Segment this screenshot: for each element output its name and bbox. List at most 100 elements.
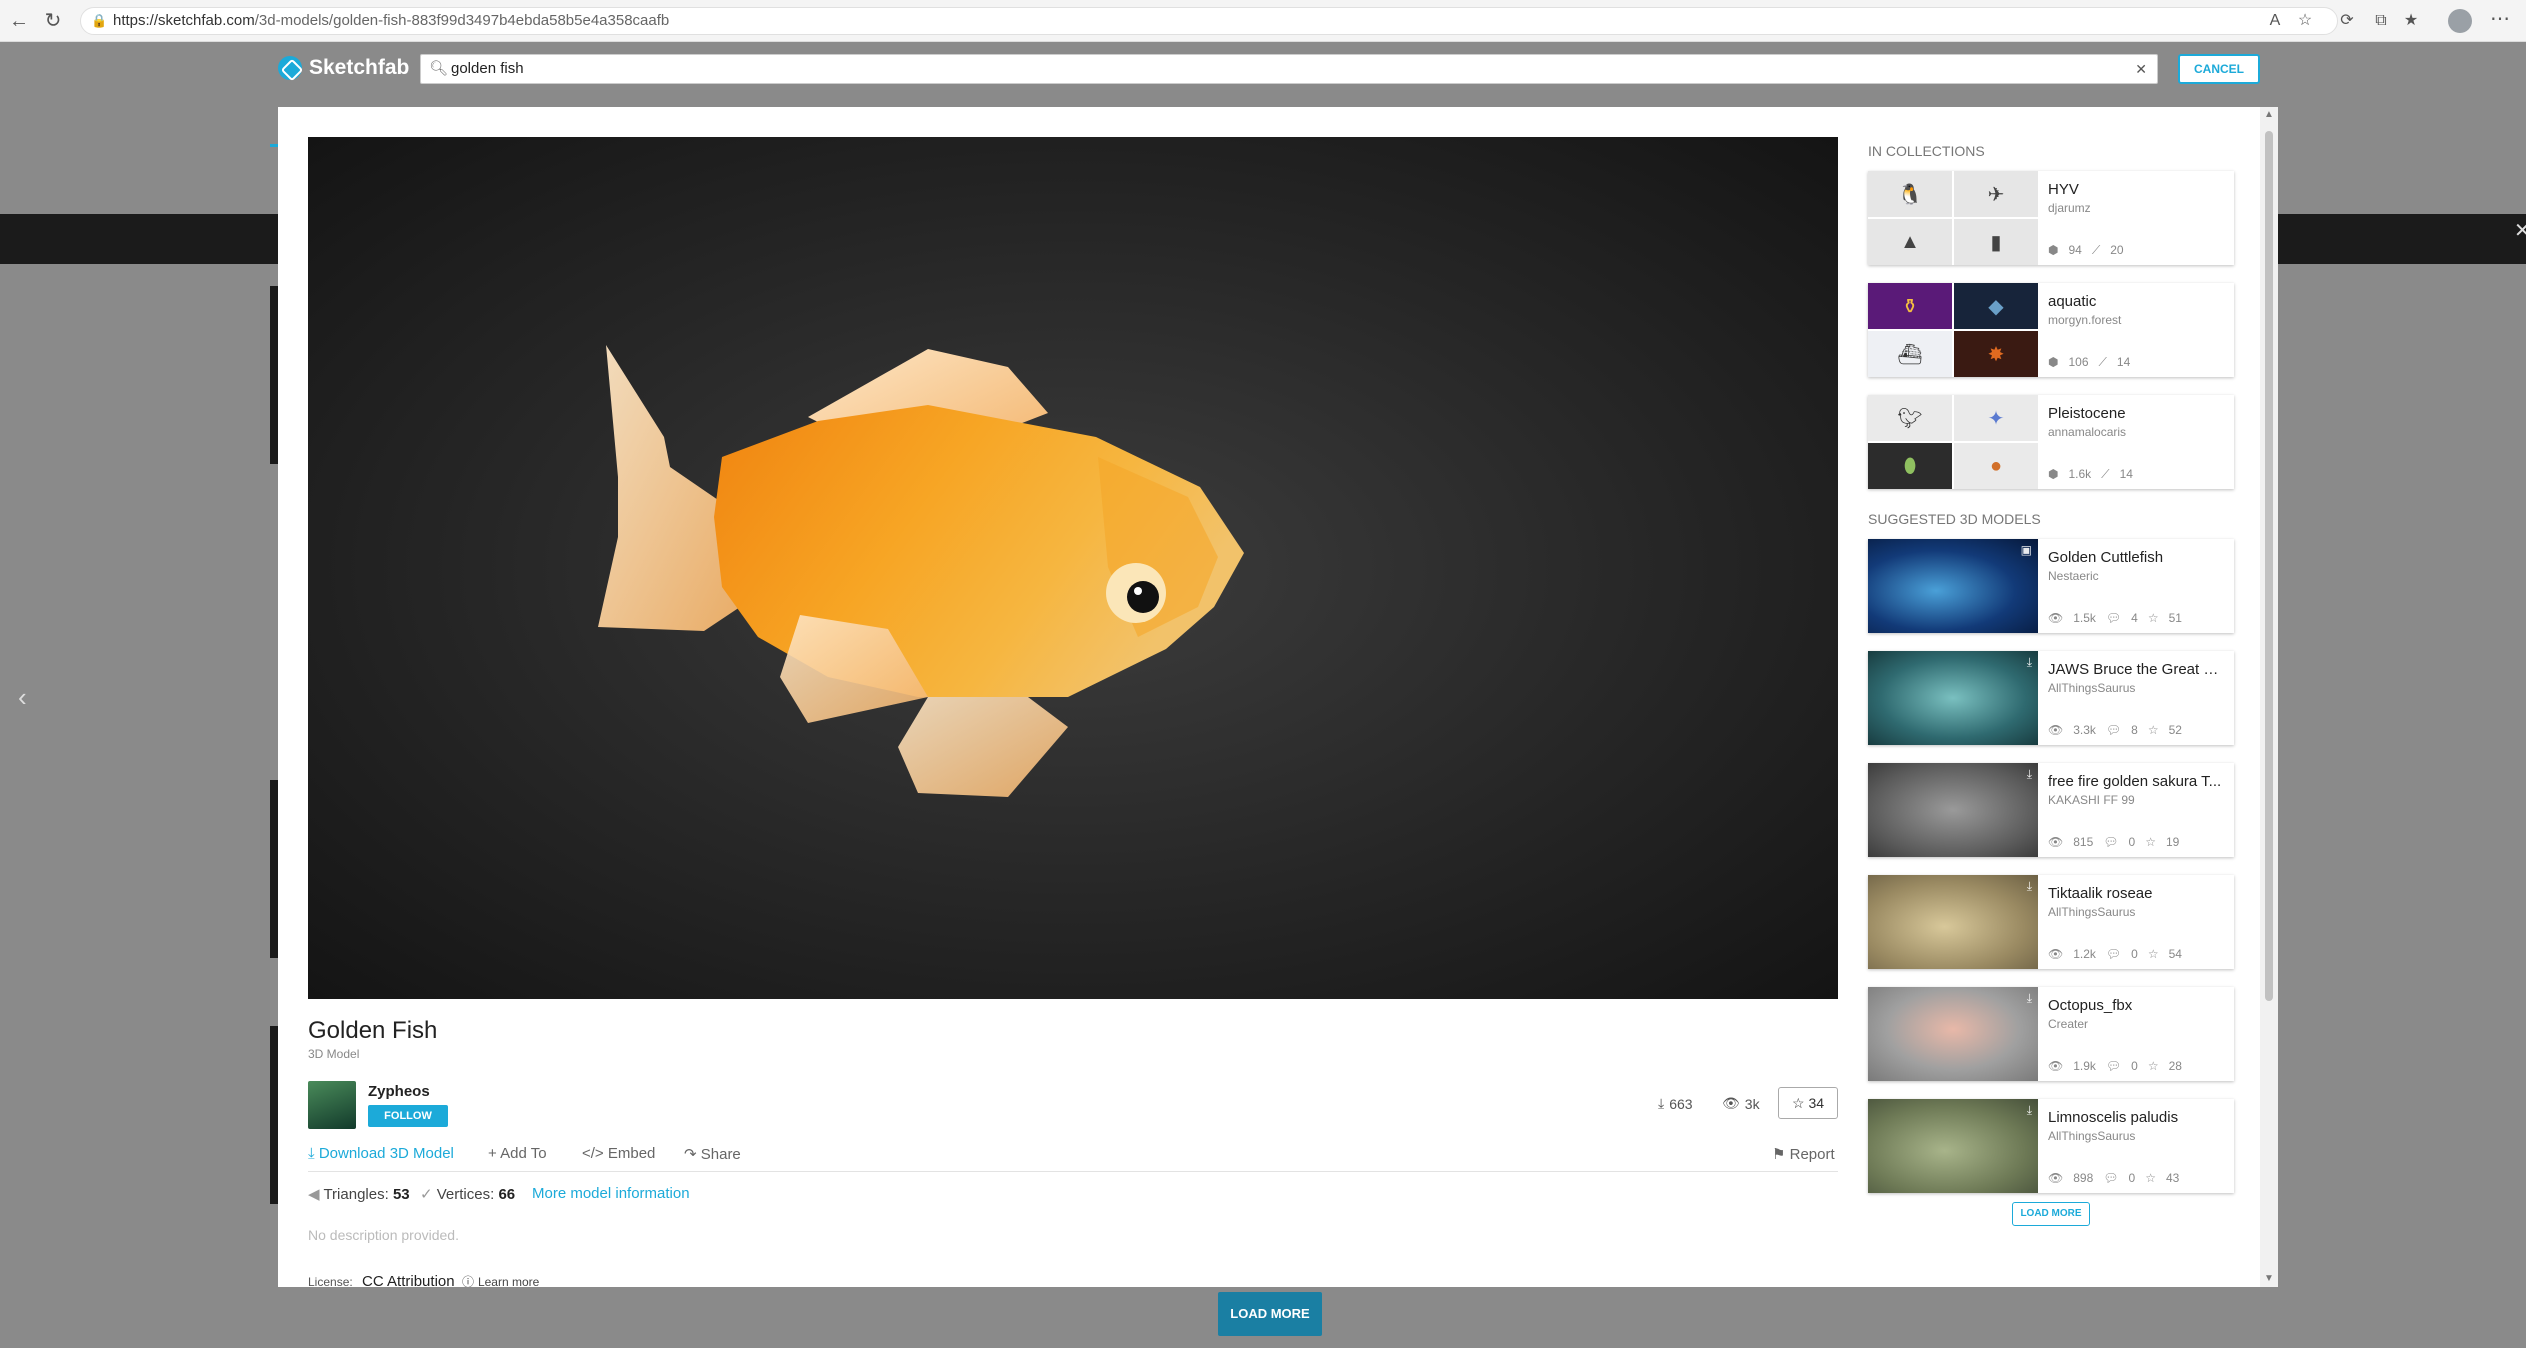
models-count: 94	[2068, 243, 2082, 257]
learn-more-link[interactable]: Learn more	[478, 1275, 539, 1287]
download-icon: ⤓	[308, 1145, 315, 1162]
extensions-icon[interactable]: ⟳	[2336, 10, 2358, 32]
follow-button[interactable]: FOLLOW	[368, 1105, 448, 1127]
likes-count: 28	[2168, 1059, 2182, 1073]
download-icon: ⤓	[2026, 1103, 2032, 1117]
3d-viewer[interactable]	[308, 137, 1838, 999]
plane-thumbnail: ✈	[1954, 171, 2038, 217]
suggested-card-tiktaalik[interactable]: ⤓ Tiktaalik roseae AllThingsSaurus 👁︎ 1.2…	[1868, 875, 2234, 969]
suggested-card-limnoscelis[interactable]: ⤓ Limnoscelis paludis AllThingsSaurus 👁︎…	[1868, 1099, 2234, 1193]
embed-button[interactable]: </> Embed	[582, 1145, 655, 1162]
sketchfab-logo-icon	[278, 56, 302, 80]
followers-count: 14	[2116, 355, 2131, 369]
collection-thumbnails: ⚱ ◆ ⛴ ✸	[1868, 283, 2038, 377]
model-thumbnail: ⤓	[1868, 1099, 2038, 1193]
favorite-icon[interactable]: ☆	[2294, 10, 2316, 32]
vertex-icon: ✓	[420, 1186, 433, 1203]
close-banner-icon[interactable]: ✕	[2514, 218, 2526, 243]
suggested-card-golden-cuttlefish[interactable]: ▣ Golden Cuttlefish Nestaeric 👁︎ 1.5k 💬︎ 4…	[1868, 539, 2234, 633]
help-icon: ⓘ	[461, 1275, 474, 1287]
scroll-up-icon[interactable]: ▲	[2264, 109, 2274, 120]
collection-card-hyv[interactable]: 🐧 ✈ ▲ ▮ HYV djarumz ⬢ 94 ⟋ 20	[1868, 171, 2234, 265]
favorites-bar-icon[interactable]: ★	[2400, 10, 2422, 32]
model-popup: Golden Fish 3D Model Zypheos FOLLOW ⤓ 66…	[278, 107, 2278, 1287]
model-card-title: free fire golden sakura T...	[2048, 773, 2222, 790]
search-input[interactable]: 🔍︎ golden fish ✕	[420, 54, 2158, 84]
address-bar[interactable]: 🔒 https://sketchfab.com/3d-models/golden…	[80, 7, 2338, 35]
back-icon[interactable]: ←	[6, 8, 32, 34]
search-header: Sketchfab 🔍︎ golden fish ✕ CANCEL	[270, 46, 2260, 92]
collection-card-pleistocene[interactable]: 🐦︎ ✦ ⬮ ● Pleistocene annamalocaris ⬢ 1.6k…	[1868, 395, 2234, 489]
like-button[interactable]: ☆ 34	[1778, 1087, 1838, 1119]
view-count: 👁︎ 3k	[1722, 1095, 1760, 1112]
clear-search-icon[interactable]: ✕	[2135, 55, 2147, 83]
lock-icon: 🔒	[91, 13, 108, 28]
views-count: 3.3k	[2073, 723, 2096, 737]
likes-count: 43	[2165, 1171, 2180, 1185]
collection-stats: ⬢ 1.6k ⟋ 14	[2048, 467, 2133, 482]
collection-user: djarumz	[2048, 201, 2091, 215]
suggested-card-jaws[interactable]: ⤓ JAWS Bruce the Great W... AllThingsSau…	[1868, 651, 2234, 745]
model-thumbnail: ⤓	[1868, 651, 2038, 745]
comments-count: 8	[2131, 723, 2138, 737]
rss-icon: ⟋	[2091, 243, 2101, 257]
collection-card-aquatic[interactable]: ⚱ ◆ ⛴ ✸ aquatic morgyn.forest ⬢ 106 ⟋ 14	[1868, 283, 2234, 377]
model-card-stats: 👁︎ 3.3k 💬︎ 8 ☆ 52	[2048, 723, 2182, 737]
cancel-button[interactable]: CANCEL	[2178, 54, 2260, 84]
comment-icon: 💬︎	[2103, 1171, 2119, 1185]
collection-user: annamalocaris	[2048, 425, 2127, 439]
model-card-stats: 👁︎ 1.2k 💬︎ 0 ☆ 54	[2048, 947, 2182, 961]
report-button[interactable]: ⚑ Report	[1772, 1145, 1835, 1163]
download-icon: ⤓	[2026, 991, 2032, 1005]
page-load-more-button[interactable]: LOAD MORE	[1218, 1292, 1322, 1336]
model-card-stats: 👁︎ 815 💬︎ 0 ☆ 19	[2048, 835, 2179, 849]
refresh-icon[interactable]: ↻	[40, 8, 66, 34]
star-icon: ☆	[2145, 835, 2156, 849]
model-thumbnail: ▣	[1868, 539, 2038, 633]
share-button[interactable]: ↷ Share	[684, 1145, 741, 1163]
more-model-info-link[interactable]: More model information	[532, 1185, 690, 1202]
comments-count: 4	[2131, 611, 2138, 625]
star-icon: ☆	[2147, 947, 2159, 961]
model-thumbnail: ⤓	[1868, 875, 2038, 969]
sidebar-load-more-button[interactable]: LOAD MORE	[2012, 1202, 2090, 1226]
likes-count: 52	[2168, 723, 2182, 737]
sketchfab-logo[interactable]: Sketchfab	[278, 56, 409, 80]
model-thumbnail: ⤓	[1868, 763, 2038, 857]
profile-icon[interactable]	[2448, 9, 2472, 33]
eye-icon: 👁︎	[2048, 723, 2064, 737]
penguin-thumbnail: 🐧	[1868, 171, 1952, 217]
add-to-button[interactable]: + Add To	[488, 1145, 547, 1162]
chevron-left-icon[interactable]: ‹	[18, 682, 27, 713]
comment-icon: 💬︎	[2103, 835, 2119, 849]
scroll-down-icon[interactable]: ▼	[2264, 1273, 2274, 1284]
license-info: License: CC Attribution ⓘ Learn more	[308, 1273, 539, 1287]
comments-count: 0	[2131, 947, 2138, 961]
modal-scrollbar[interactable]: ▲ ▼	[2260, 107, 2278, 1287]
collection-thumbnails: 🐦︎ ✦ ⬮ ●	[1868, 395, 2038, 489]
download-3d-model-link[interactable]: ⤓ Download 3D Model	[308, 1145, 454, 1162]
models-count: 106	[2068, 355, 2089, 369]
model-thumbnail: ▮	[1954, 219, 2038, 265]
more-icon[interactable]: ⋯	[2490, 6, 2510, 31]
followers-count: 20	[2110, 243, 2124, 257]
scrollbar-thumb[interactable]	[2265, 131, 2273, 1001]
suggested-card-octopus[interactable]: ⤓ Octopus_fbx Creater 👁︎ 1.9k 💬︎ 0 ☆ 28	[1868, 987, 2234, 1081]
eye-icon: 👁︎	[2048, 835, 2064, 849]
download-count-value: 663	[1669, 1095, 1693, 1112]
triangles-value: 53	[392, 1186, 410, 1203]
suggested-card-free-fire[interactable]: ⤓ free fire golden sakura T... KAKASHI F…	[1868, 763, 2234, 857]
star-icon: ☆	[1791, 1095, 1805, 1111]
read-aloud-icon[interactable]: A	[2264, 10, 2286, 32]
author-name[interactable]: Zypheos	[368, 1083, 430, 1100]
model-thumbnail: ⤓	[1868, 987, 2038, 1081]
bird-thumbnail: 🐦︎	[1868, 395, 1952, 441]
license-name[interactable]: CC Attribution	[362, 1273, 455, 1287]
share-label: Share	[700, 1146, 741, 1163]
comments-count: 0	[2128, 835, 2136, 849]
triangle-count: ◀ Triangles: 53	[308, 1185, 410, 1203]
collections-icon[interactable]: ⧉	[2370, 10, 2392, 32]
share-icon: ↷	[684, 1146, 697, 1163]
vertices-label: Vertices:	[436, 1186, 495, 1203]
author-avatar[interactable]	[308, 1081, 356, 1129]
